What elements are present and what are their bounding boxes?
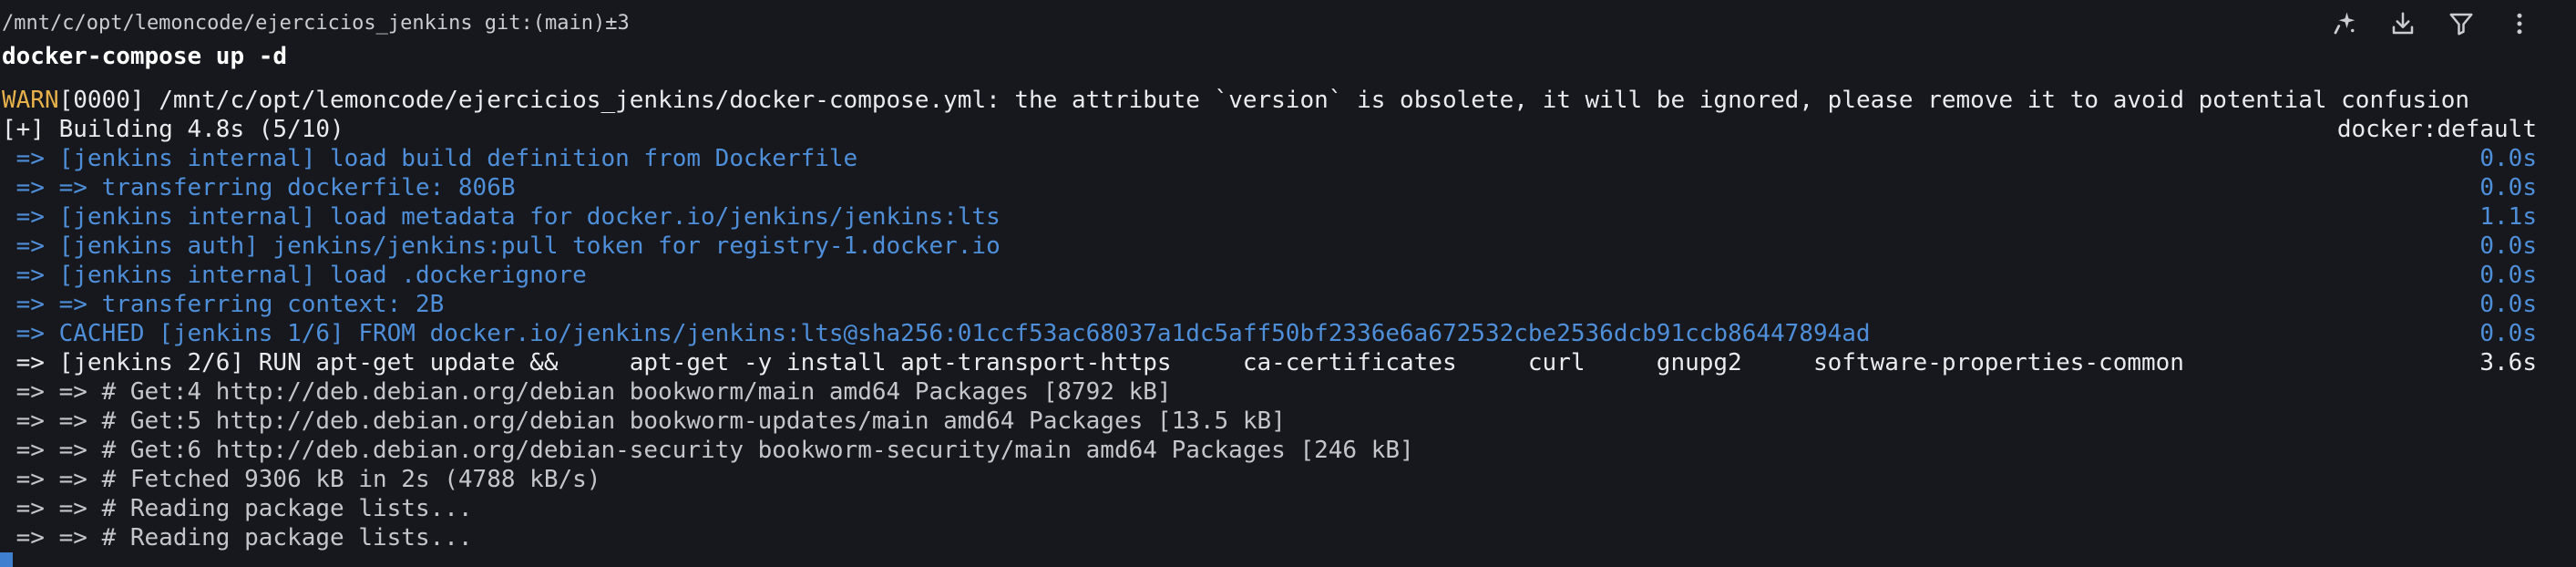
build-step: => [jenkins internal] load build definit…	[0, 144, 2576, 173]
building-line: [+] Building 4.8s (5/10) docker:default	[0, 115, 2576, 144]
warning-line: WARN[0000] /mnt/c/opt/lemoncode/ejercici…	[0, 86, 2576, 115]
terminal-toolbar	[2328, 7, 2536, 40]
build-step-time: 1.1s	[2479, 203, 2537, 231]
log-text: => => # Get:6 http://deb.debian.org/debi…	[2, 437, 1414, 464]
build-step-text: => [jenkins internal] load build definit…	[2, 145, 858, 172]
running-step-text: => [jenkins 2/6] RUN apt-get update && a…	[2, 349, 2184, 376]
build-step-text: => [jenkins internal] load .dockerignore	[2, 262, 587, 289]
log-line: => => # Reading package lists...	[0, 494, 2576, 523]
build-step: => => transferring dockerfile: 806B 0.0s	[0, 173, 2576, 202]
build-step-text: => => transferring context: 2B	[2, 291, 445, 318]
running-step: => [jenkins 2/6] RUN apt-get update && a…	[0, 348, 2576, 377]
log-text: => => # Reading package lists...	[2, 495, 473, 522]
sparkle-icon	[2334, 12, 2355, 35]
log-text: => => # Reading package lists...	[2, 524, 473, 552]
sparkle-button[interactable]	[2328, 7, 2361, 40]
warn-tag: WARN	[2, 87, 59, 114]
build-step-text: => => transferring dockerfile: 806B	[2, 174, 516, 201]
building-status: [+] Building 4.8s (5/10)	[2, 116, 344, 143]
download-icon	[2392, 12, 2414, 35]
log-line: => => # Fetched 9306 kB in 2s (4788 kB/s…	[0, 465, 2576, 494]
log-text: => => # Get:5 http://deb.debian.org/debi…	[2, 407, 1286, 435]
build-step-time: 0.0s	[2479, 174, 2537, 201]
terminal-cursor	[0, 552, 13, 567]
log-line: => => # Get:6 http://deb.debian.org/debi…	[0, 436, 2576, 465]
log-line: => => # Reading package lists...	[0, 523, 2576, 552]
more-options-button[interactable]	[2503, 7, 2536, 40]
build-step: => [jenkins internal] load metadata for …	[0, 202, 2576, 232]
build-step-time: 0.0s	[2479, 291, 2537, 318]
build-step-text: => [jenkins auth] jenkins/jenkins:pull t…	[2, 232, 1001, 260]
terminal-output[interactable]: /mnt/c/opt/lemoncode/ejercicios_jenkins …	[0, 0, 2576, 567]
build-step: => [jenkins auth] jenkins/jenkins:pull t…	[0, 232, 2576, 261]
download-button[interactable]	[2386, 7, 2419, 40]
build-step-time: 0.0s	[2479, 262, 2537, 289]
builder-context: docker:default	[2336, 116, 2537, 143]
build-step-time: 0.0s	[2479, 320, 2537, 347]
filter-button[interactable]	[2445, 7, 2478, 40]
more-vertical-icon	[2517, 13, 2522, 35]
prompt-path: /mnt/c/opt/lemoncode/ejercicios_jenkins …	[2, 12, 630, 35]
prompt-line: /mnt/c/opt/lemoncode/ejercicios_jenkins …	[0, 9, 2576, 38]
command-line: docker-compose up -d	[0, 42, 2576, 71]
build-step-text: => CACHED [jenkins 1/6] FROM docker.io/j…	[2, 320, 1871, 347]
running-step-time: 3.6s	[2479, 349, 2537, 376]
build-step: => CACHED [jenkins 1/6] FROM docker.io/j…	[0, 319, 2576, 348]
build-step: => => transferring context: 2B 0.0s	[0, 290, 2576, 319]
command-text: docker-compose up -d	[2, 43, 288, 70]
log-text: => => # Fetched 9306 kB in 2s (4788 kB/s…	[2, 466, 601, 493]
build-step-time: 0.0s	[2479, 232, 2537, 260]
log-line: => => # Get:5 http://deb.debian.org/debi…	[0, 407, 2576, 436]
build-step: => [jenkins internal] load .dockerignore…	[0, 261, 2576, 290]
log-text: => => # Get:4 http://deb.debian.org/debi…	[2, 378, 1172, 406]
build-step-time: 0.0s	[2479, 145, 2537, 172]
build-step-text: => [jenkins internal] load metadata for …	[2, 203, 1001, 231]
filter-icon	[2449, 13, 2473, 36]
warn-message: [0000] /mnt/c/opt/lemoncode/ejercicios_j…	[58, 87, 2470, 114]
log-line: => => # Get:4 http://deb.debian.org/debi…	[0, 377, 2576, 407]
